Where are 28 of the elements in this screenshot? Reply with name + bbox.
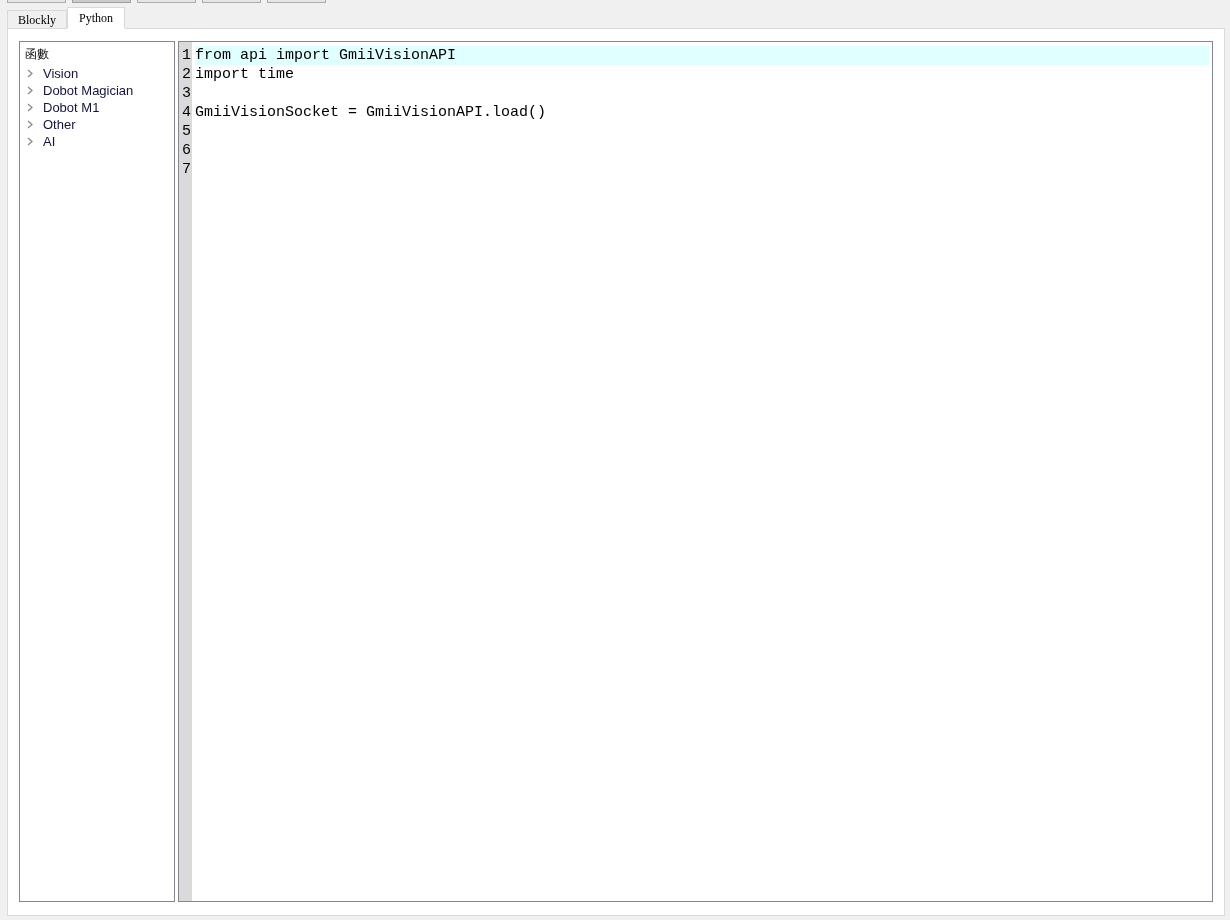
toolbar-button[interactable]	[202, 0, 261, 3]
chevron-right-icon[interactable]	[27, 86, 33, 95]
code-line: from api import GmiiVisionAPI	[195, 46, 457, 65]
toolbar-button[interactable]	[7, 0, 66, 3]
panel-title: 函數	[25, 46, 50, 63]
line-number: 2	[181, 65, 192, 84]
tab[interactable]: Python	[67, 7, 125, 29]
code-line: GmiiVisionSocket = GmiiVisionAPI.load()	[195, 103, 547, 122]
line-number: 7	[181, 160, 192, 179]
toolbar-button[interactable]	[267, 0, 326, 3]
chevron-right-icon[interactable]	[27, 120, 33, 129]
chevron-right-icon[interactable]	[27, 137, 33, 146]
line-number: 5	[181, 122, 192, 141]
tree-item[interactable]: AI	[43, 135, 56, 148]
chevron-right-icon[interactable]	[27, 103, 33, 112]
chevron-right-icon[interactable]	[27, 69, 33, 78]
toolbar-button[interactable]	[137, 0, 196, 3]
tree-item[interactable]: Vision	[43, 67, 79, 80]
code-editor[interactable]: 1 2 3 4 5 6 7 from api import GmiiVisionAPI import time GmiiVisionSocket = GmiiVisionAPI.load()	[178, 41, 1213, 902]
line-number: 3	[181, 84, 192, 103]
tree-item[interactable]: Dobot M1	[43, 101, 100, 114]
line-number: 1	[181, 46, 192, 65]
tab[interactable]: Blockly	[7, 10, 67, 28]
code-line: import time	[195, 65, 295, 84]
line-number: 6	[181, 141, 192, 160]
tree-item[interactable]: Other	[43, 118, 76, 131]
tree-item[interactable]: Dobot Magician	[43, 84, 134, 97]
line-number: 4	[181, 103, 192, 122]
